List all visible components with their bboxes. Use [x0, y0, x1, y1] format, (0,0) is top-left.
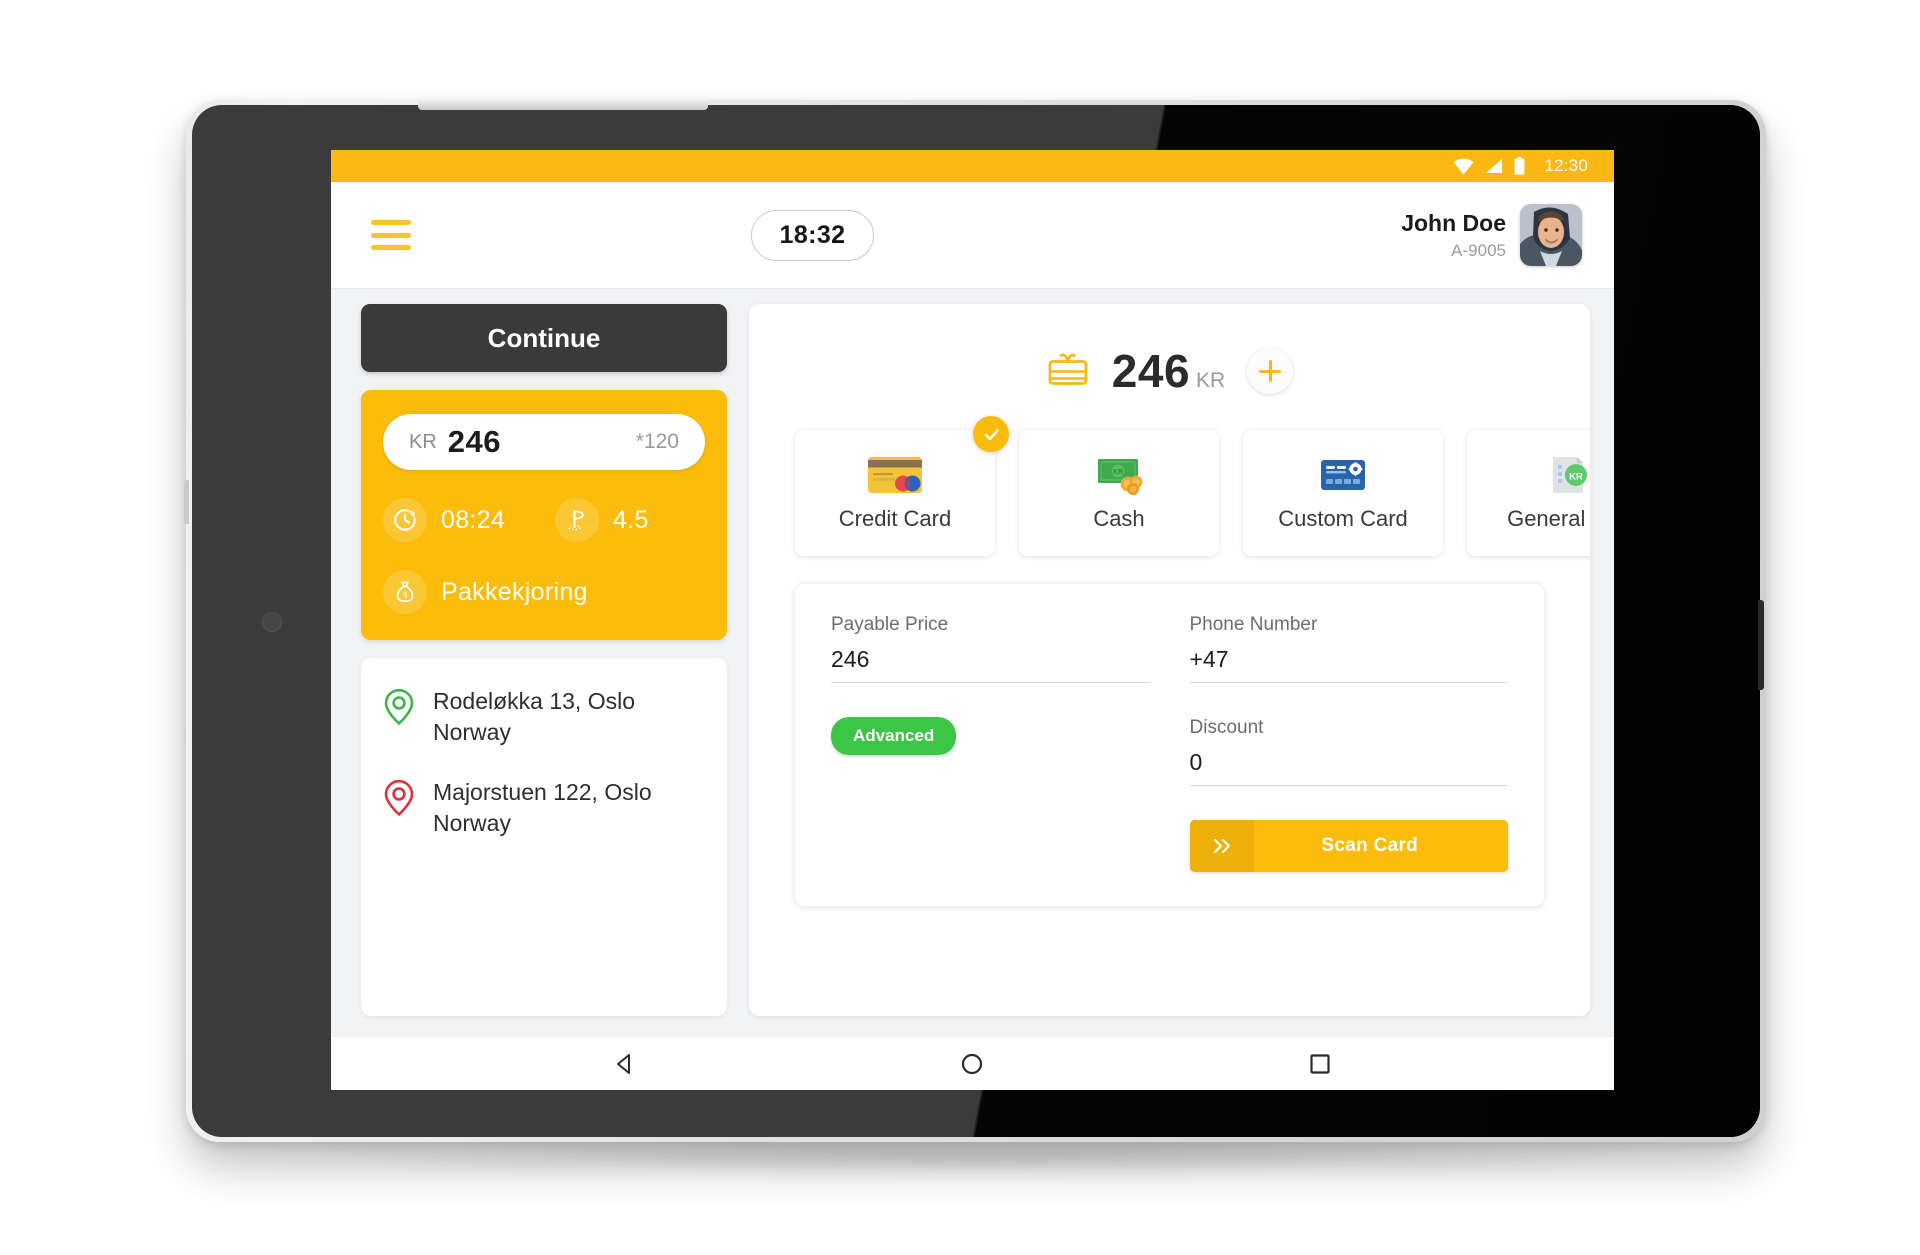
discount-input[interactable]: 0 — [1189, 749, 1508, 786]
user-profile[interactable]: John Doe A-9005 — [1401, 204, 1582, 266]
pickup-address-line1: Rodeløkka 13, Oslo — [433, 688, 635, 714]
svg-text:KR: KR — [1113, 469, 1123, 476]
payable-price-input[interactable]: 246 — [831, 646, 1150, 683]
form-right-column: Phone Number +47 Discount 0 Scan Card — [1189, 614, 1508, 872]
total-amount-value: 246 — [1111, 345, 1191, 397]
tablet-screen: 12:30 18:32 John Doe A-9005 Continue KR … — [331, 150, 1614, 1090]
total-amount-row: 246 KR — [749, 344, 1590, 398]
discount-field: Discount 0 — [1189, 717, 1508, 786]
app-body: Continue KR 246 *120 08:24 4.5 $ Pakkekj… — [331, 288, 1614, 1036]
payment-form-card: Payable Price 246 Advanced Phone Number … — [795, 584, 1544, 906]
advanced-button[interactable]: Advanced — [831, 717, 957, 755]
flag-icon — [555, 498, 599, 542]
user-text: John Doe A-9005 — [1401, 209, 1506, 261]
dropoff-address-line1: Majorstuen 122, Oslo — [433, 779, 652, 806]
address-card: Rodeløkka 13, Oslo Norway Majorstuen 122… — [361, 658, 727, 1016]
service-type-row: $ Pakkekjoring — [383, 570, 705, 614]
scan-card-button[interactable]: Scan Card — [1189, 820, 1508, 872]
status-bar-clock: 12:30 — [1544, 156, 1588, 175]
trip-service-type-value: Pakkekjoring — [441, 577, 588, 606]
user-name: John Doe — [1401, 210, 1506, 236]
payment-method-custom-card[interactable]: Custom Card — [1243, 430, 1443, 556]
total-amount-currency: KR — [1196, 369, 1226, 392]
phone-number-field: Phone Number +47 — [1189, 614, 1508, 683]
hamburger-menu-icon[interactable] — [371, 220, 411, 250]
selected-check-icon — [973, 416, 1009, 452]
payment-method-list[interactable]: Credit Card KR Cash Custom Card KR Gener… — [749, 412, 1590, 578]
wifi-icon — [1454, 158, 1474, 174]
trip-distance: 4.5 — [555, 498, 649, 542]
continue-button[interactable]: Continue — [361, 304, 727, 372]
avatar-photo — [1520, 204, 1582, 266]
money-bag-icon: $ — [383, 570, 427, 614]
payment-method-label: Custom Card — [1278, 506, 1408, 531]
android-nav-bar — [331, 1036, 1614, 1090]
phone-number-input[interactable]: +47 — [1189, 646, 1508, 683]
back-triangle-icon[interactable] — [612, 1051, 638, 1077]
trip-duration: 08:24 — [383, 498, 555, 542]
svg-text:$: $ — [403, 591, 408, 600]
user-id: A-9005 — [1451, 240, 1506, 260]
total-amount: 246 KR — [1112, 344, 1225, 398]
fare-meta: *120 — [635, 430, 679, 453]
fare-currency: KR — [409, 430, 437, 453]
home-dimple — [262, 612, 282, 632]
pickup-pin-icon — [383, 688, 415, 747]
app-header: 18:32 John Doe A-9005 — [331, 182, 1614, 288]
pickup-address-row[interactable]: Rodeløkka 13, Oslo Norway — [383, 686, 705, 747]
avatar[interactable] — [1520, 204, 1582, 266]
trip-summary-card: KR 246 *120 08:24 4.5 $ Pakkekjoring — [361, 390, 727, 640]
trip-distance-value: 4.5 — [613, 505, 649, 534]
tablet-camera-notch — [418, 100, 708, 110]
ticket-gift-icon — [1048, 353, 1088, 385]
svg-text:KR: KR — [1569, 472, 1583, 483]
payment-method-label: Cash — [1093, 506, 1145, 531]
credit-card-icon — [868, 457, 922, 493]
trip-time-pill[interactable]: 18:32 — [750, 209, 875, 261]
general-credit-icon: KR — [1553, 457, 1587, 493]
hamburger-bar — [371, 220, 411, 225]
android-status-bar: 12:30 — [331, 150, 1614, 182]
payable-price-field: Payable Price 246 — [831, 614, 1150, 683]
signal-icon — [1486, 159, 1503, 173]
advanced-toggle-wrap: Advanced — [831, 717, 1150, 755]
payment-panel: 246 KR Credit Card KR Cash Custom Card K… — [749, 304, 1590, 1016]
payment-method-general-credit[interactable]: KR General Cre — [1467, 430, 1590, 556]
double-chevron-right-icon — [1189, 820, 1254, 872]
cash-money-icon: KR — [1098, 459, 1143, 495]
hamburger-bar — [371, 232, 411, 238]
trip-stats-row: 08:24 4.5 — [383, 498, 705, 542]
scene: 12:30 18:32 John Doe A-9005 Continue KR … — [0, 0, 1920, 1255]
discount-label: Discount — [1189, 717, 1264, 738]
power-button[interactable] — [184, 480, 189, 524]
volume-button[interactable] — [1758, 600, 1764, 690]
left-sidebar: Continue KR 246 *120 08:24 4.5 $ Pakkekj… — [361, 304, 727, 1016]
home-circle-icon[interactable] — [959, 1051, 985, 1077]
battery-icon — [1515, 157, 1525, 175]
fare-amount: 246 — [447, 424, 502, 459]
payment-method-credit-card[interactable]: Credit Card — [795, 416, 1009, 556]
dropoff-pin-icon — [383, 779, 415, 838]
payment-method-label: General Cre — [1507, 506, 1590, 531]
trip-service-type: $ Pakkekjoring — [383, 570, 588, 614]
dropoff-address-row[interactable]: Majorstuen 122, Oslo Norway — [383, 777, 705, 838]
trip-duration-value: 08:24 — [441, 505, 506, 534]
fare-pill[interactable]: KR 246 *120 — [383, 414, 705, 470]
dropoff-address-text: Majorstuen 122, Oslo Norway — [433, 777, 652, 838]
clock-icon — [383, 498, 427, 542]
scan-card-label: Scan Card — [1321, 835, 1419, 856]
pickup-address-text: Rodeløkka 13, Oslo Norway — [433, 686, 635, 747]
dropoff-address-line2: Norway — [433, 809, 511, 836]
hamburger-bar — [371, 245, 411, 250]
payment-method-cash[interactable]: KR Cash — [1019, 430, 1219, 556]
payable-price-label: Payable Price — [831, 614, 949, 635]
recents-square-icon[interactable] — [1307, 1051, 1333, 1077]
custom-card-icon — [1321, 460, 1365, 490]
payment-method-label: Credit Card — [838, 506, 952, 531]
phone-number-label: Phone Number — [1189, 614, 1318, 635]
pickup-address-line2: Norway — [433, 718, 511, 745]
form-left-column: Payable Price 246 Advanced — [831, 614, 1150, 872]
add-item-button[interactable] — [1247, 348, 1294, 394]
